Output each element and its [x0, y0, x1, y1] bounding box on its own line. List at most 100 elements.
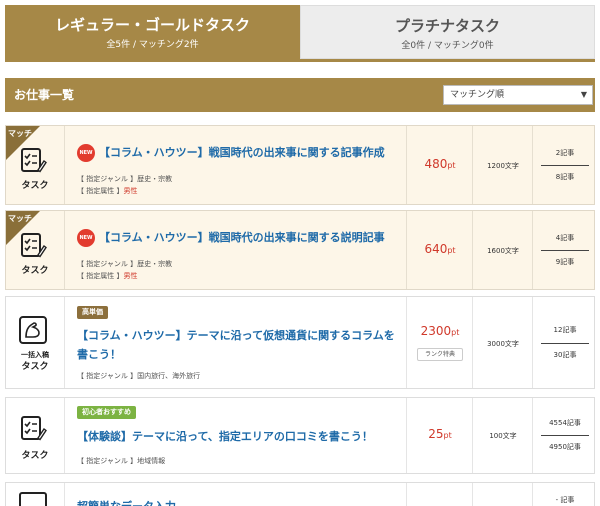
price-unit: pt — [447, 246, 456, 255]
task-count-cell: 4記事 9記事 — [532, 211, 596, 289]
task-genre: 【 指定ジャンル 】歴史・宗教 — [77, 260, 173, 268]
count-divider — [541, 435, 589, 436]
job-list-title: お仕事一覧 — [14, 88, 75, 102]
price-value: 25 — [428, 427, 444, 441]
price-value: 480 — [424, 157, 448, 171]
task-icon-cell: 一括入稿 タスク — [6, 297, 64, 388]
price-value: 640 — [424, 242, 448, 256]
price-unit: pt — [451, 328, 460, 337]
task-chars-cell: 3000文字 — [472, 297, 532, 388]
articles-remaining: 4554記事 — [549, 419, 581, 427]
task-price: 25pt — [407, 427, 473, 441]
task-price: 480pt — [407, 157, 473, 171]
task-char-count: 100文字 — [489, 432, 517, 440]
task-title-link[interactable]: 超簡単なデータ入力 — [77, 497, 399, 506]
task-type-label: タスク — [21, 362, 49, 372]
task-attribute: 【 指定属性 】男性 — [77, 271, 137, 282]
attribute-label: 【 指定属性 】 — [77, 272, 124, 280]
task-price-cell: 640pt — [406, 211, 472, 289]
articles-total: 4950記事 — [549, 443, 581, 451]
sort-select[interactable]: マッチング順 ▼ — [443, 85, 593, 105]
task-type-label: タスク — [21, 266, 49, 276]
task-price-cell — [406, 483, 472, 506]
new-badge: NEW — [77, 229, 95, 247]
checklist-icon — [21, 148, 47, 173]
attribute-label: 【 指定属性 】 — [77, 187, 124, 195]
task-price-cell: 480pt — [406, 126, 472, 204]
task-char-count: 3000文字 — [487, 340, 519, 348]
task-icon-cell: マッチ タスク — [6, 211, 64, 289]
attribute-value: 男性 — [123, 272, 138, 280]
task-char-count: 1200文字 — [487, 162, 519, 170]
rank-bonus-badge: ランク特典 — [417, 348, 463, 361]
document-icon — [19, 492, 47, 506]
count-divider — [541, 250, 589, 251]
task-title-link[interactable]: 【コラム・ハウツー】戦国時代の出来事に関する説明記事 — [99, 228, 399, 247]
muscle-arm-icon — [19, 316, 47, 344]
task-card[interactable]: マッチ タスク NEW 【コラム・ハウツー】戦国時代の出来事に関する説明記事 【… — [5, 210, 595, 290]
checklist-icon — [21, 233, 47, 258]
task-price-cell: 25pt — [406, 398, 472, 473]
tab-count: 全0件 / マッチング0件 — [401, 41, 494, 51]
task-price-cell: 2300pt ランク特典 — [406, 297, 472, 388]
task-title-link[interactable]: 【コラム・ハウツー】戦国時代の出来事に関する記事作成 — [99, 143, 399, 162]
articles-total: 8記事 — [555, 173, 575, 181]
tab-title: プラチナタスク — [394, 17, 500, 35]
job-list-header: お仕事一覧 マッチング順 ▼ — [5, 78, 595, 112]
sort-selected-value: マッチング順 — [450, 90, 505, 100]
task-genre: 【 指定ジャンル 】歴史・宗教 — [77, 175, 173, 183]
task-attribute: 【 指定属性 】男性 — [77, 186, 137, 197]
task-type-label: タスク — [21, 451, 49, 461]
task-card[interactable]: タスク 初心者おすすめ 【体験談】テーマに沿って、指定エリアの口コミを書こう！ … — [5, 397, 595, 474]
task-title-link[interactable]: 【体験談】テーマに沿って、指定エリアの口コミを書こう！ — [77, 427, 399, 446]
task-card[interactable]: 一括入稿 タスク 高単価 【コラム・ハウツー】テーマに沿って仮想通貨に関するコラ… — [5, 296, 595, 389]
task-type-label: タスク — [21, 181, 49, 191]
tab-count: 全5件 / マッチング2件 — [106, 40, 199, 50]
articles-remaining: - 記事 — [555, 496, 575, 504]
articles-total: 9記事 — [555, 258, 575, 266]
task-genre: 【 指定ジャンル 】地域情報 — [77, 457, 166, 465]
count-divider — [541, 343, 589, 344]
tab-regular-gold[interactable]: レギュラー・ゴールドタスク 全5件 / マッチング2件 — [5, 5, 300, 59]
checklist-icon — [21, 416, 47, 441]
task-chars-cell: 100文字 — [472, 398, 532, 473]
task-main-cell: 超簡単なデータ入力 — [64, 483, 406, 506]
match-label: マッチ — [8, 214, 32, 223]
task-main-cell: NEW 【コラム・ハウツー】戦国時代の出来事に関する説明記事 【 指定ジャンル … — [64, 211, 406, 289]
task-count-cell: 12記事 30記事 — [532, 297, 596, 388]
tab-underline — [5, 59, 595, 62]
price-unit: pt — [443, 431, 452, 440]
articles-remaining: 12記事 — [553, 326, 577, 334]
task-card[interactable]: 超簡単なデータ入力 - 記事 — [5, 482, 595, 506]
task-count-cell: - 記事 — [532, 483, 596, 506]
price-value: 2300 — [420, 324, 452, 338]
task-char-count: 1600文字 — [487, 247, 519, 255]
count-divider — [541, 165, 589, 166]
task-main-cell: 初心者おすすめ 【体験談】テーマに沿って、指定エリアの口コミを書こう！ 【 指定… — [64, 398, 406, 473]
task-main-cell: 高単価 【コラム・ハウツー】テーマに沿って仮想通貨に関するコラムを書こう！ 【 … — [64, 297, 406, 388]
task-chars-cell: 1200文字 — [472, 126, 532, 204]
task-icon-cell: マッチ タスク — [6, 126, 64, 204]
task-price: 640pt — [407, 242, 473, 256]
articles-remaining: 4記事 — [555, 234, 575, 242]
beginner-recommended-tag: 初心者おすすめ — [77, 406, 136, 419]
task-icon-cell — [6, 483, 64, 506]
task-card[interactable]: マッチ タスク NEW 【コラム・ハウツー】戦国時代の出来事に関する記事作成 【… — [5, 125, 595, 205]
task-main-cell: NEW 【コラム・ハウツー】戦国時代の出来事に関する記事作成 【 指定ジャンル … — [64, 126, 406, 204]
tab-title: レギュラー・ゴールドタスク — [54, 16, 250, 34]
task-title-link[interactable]: 【コラム・ハウツー】テーマに沿って仮想通貨に関するコラムを書こう！ — [77, 326, 399, 364]
attribute-value: 男性 — [123, 187, 138, 195]
new-badge: NEW — [77, 144, 95, 162]
tab-platinum[interactable]: プラチナタスク 全0件 / マッチング0件 — [300, 5, 595, 59]
task-chars-cell: 1600文字 — [472, 211, 532, 289]
high-price-tag: 高単価 — [77, 306, 108, 319]
articles-remaining: 2記事 — [555, 149, 575, 157]
task-type-tabs: レギュラー・ゴールドタスク 全5件 / マッチング2件 プラチナタスク 全0件 … — [5, 5, 595, 59]
task-chars-cell — [472, 483, 532, 506]
task-icon-cell: タスク — [6, 398, 64, 473]
chevron-down-icon: ▼ — [580, 90, 587, 99]
task-count-cell: 4554記事 4950記事 — [532, 398, 596, 473]
task-count-cell: 2記事 8記事 — [532, 126, 596, 204]
task-genre: 【 指定ジャンル 】国内旅行、海外旅行 — [77, 372, 201, 380]
match-label: マッチ — [8, 129, 32, 138]
